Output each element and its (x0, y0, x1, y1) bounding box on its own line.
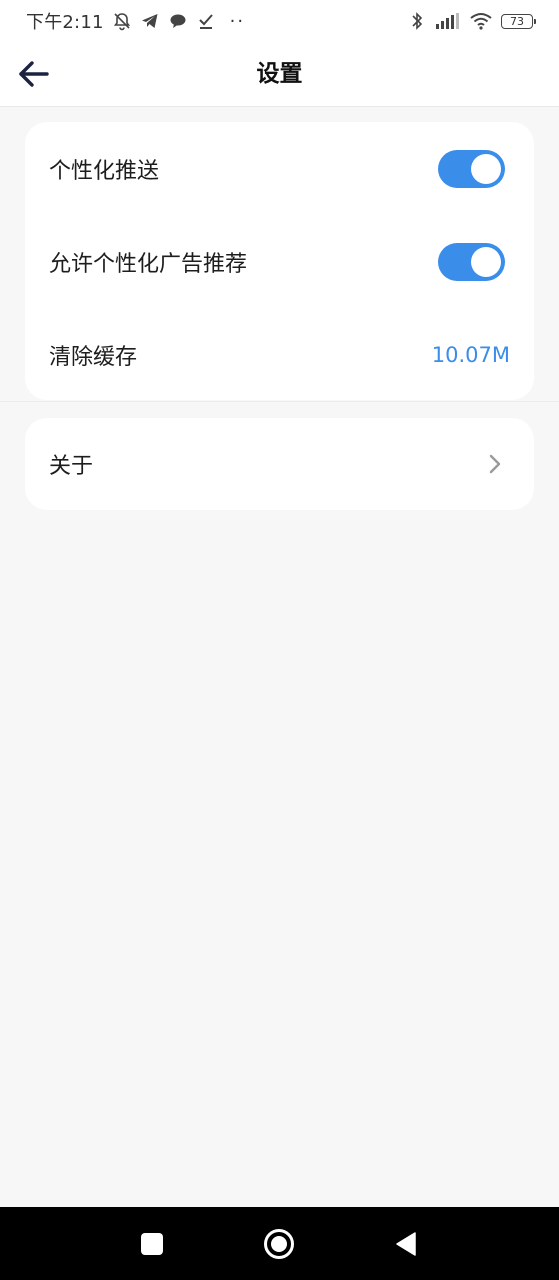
row-right: 10.07M (432, 343, 510, 367)
battery-indicator: 73 (501, 13, 536, 29)
triangle-back-icon (396, 1231, 416, 1256)
download-check-icon (196, 11, 216, 31)
personalized-push-toggle[interactable] (438, 149, 505, 188)
toggle-knob (471, 246, 501, 277)
section-divider (0, 401, 559, 402)
wifi-icon (469, 11, 493, 31)
row-personalized-ads[interactable]: 允许个性化广告推荐 (25, 215, 534, 308)
toggle-knob (471, 153, 501, 184)
system-nav-bar (0, 1207, 559, 1280)
square-icon (141, 1232, 163, 1255)
telegram-icon (140, 11, 160, 31)
chat-bubble-icon (168, 11, 188, 31)
muted-bell-icon (112, 11, 132, 31)
page-title: 设置 (256, 61, 303, 87)
row-right (488, 453, 510, 475)
circle-icon (264, 1228, 294, 1259)
personalized-push-label: 个性化推送 (49, 158, 160, 184)
row-right (438, 149, 510, 188)
more-notifications-dots: ·· (229, 10, 246, 32)
chevron-right-icon (488, 453, 502, 475)
back-button[interactable] (14, 54, 54, 94)
app-header: 设置 (0, 42, 559, 107)
about-label: 关于 (49, 454, 94, 479)
status-time: 下午2:11 (26, 12, 104, 33)
cache-size-value: 10.07M (431, 342, 510, 367)
clear-cache-label: 清除缓存 (49, 344, 138, 370)
settings-card-main: 个性化推送 允许个性化广告推荐 清除缓存 10.07M (25, 122, 534, 400)
row-personalized-push[interactable]: 个性化推送 (25, 122, 534, 215)
personalized-ads-label: 允许个性化广告推荐 (49, 251, 248, 277)
nav-back-button[interactable] (376, 1207, 436, 1280)
row-clear-cache[interactable]: 清除缓存 10.07M (25, 308, 534, 401)
signal-icon (435, 11, 461, 31)
nav-recent-button[interactable] (122, 1207, 182, 1280)
status-bar: 下午2:11 ·· 73 (0, 0, 559, 42)
status-right: 73 (407, 11, 536, 31)
back-arrow-icon (19, 61, 49, 87)
nav-home-button[interactable] (249, 1207, 309, 1280)
personalized-ads-toggle[interactable] (438, 242, 505, 281)
bluetooth-icon (407, 11, 427, 31)
settings-card-about: 关于 (25, 418, 534, 510)
status-left: 下午2:11 ·· (26, 8, 245, 34)
row-right (438, 242, 510, 281)
row-about[interactable]: 关于 (25, 418, 534, 510)
